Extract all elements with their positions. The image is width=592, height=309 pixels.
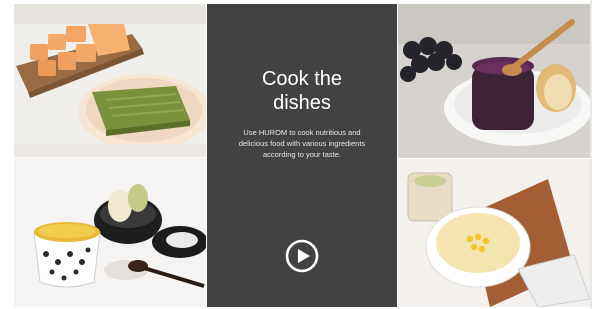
tofu-and-green-jelly-image xyxy=(14,4,206,157)
panel-title: Cook the dishes xyxy=(207,67,397,115)
pumpkin-soup-with-bowls-image xyxy=(14,158,206,307)
corn-soup-on-board-image xyxy=(398,159,590,307)
cook-the-dishes-panel: Cook the dishes Use HUROM to cook nutrit… xyxy=(207,4,397,307)
play-circle-icon xyxy=(285,239,319,273)
pumpkin-soup-with-bowls-photo[interactable] xyxy=(14,158,206,307)
panel-description: Use HUROM to cook nutritious and delicio… xyxy=(238,128,366,159)
food-gallery: Cook the dishes Use HUROM to cook nutrit… xyxy=(0,0,592,309)
grape-jam-with-bread-photo[interactable] xyxy=(398,4,590,158)
tofu-and-green-jelly-photo[interactable] xyxy=(14,4,206,157)
grape-jam-with-bread-image xyxy=(398,4,590,158)
panel-title-line-2: dishes xyxy=(273,92,331,114)
play-video-button[interactable] xyxy=(285,239,319,273)
panel-title-line-1: Cook the xyxy=(261,68,343,90)
corn-soup-on-board-photo[interactable] xyxy=(398,159,590,307)
